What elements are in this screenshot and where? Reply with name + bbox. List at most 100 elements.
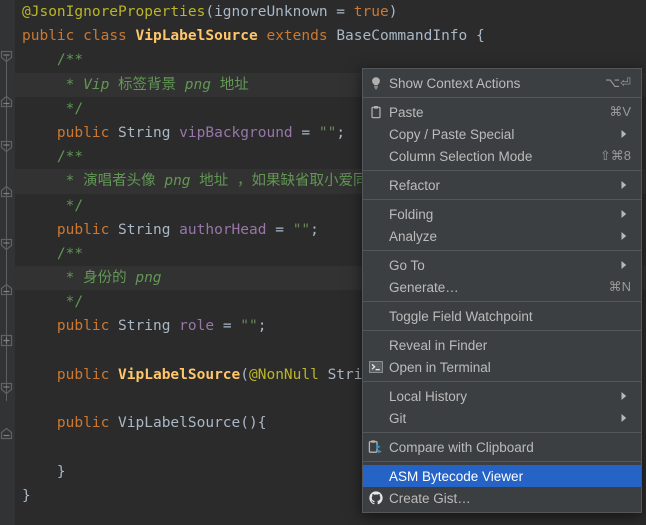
fold-marker-up-icon[interactable]	[0, 95, 13, 108]
code-token: ;	[257, 318, 267, 335]
menu-separator	[363, 432, 641, 433]
menu-item-git[interactable]: Git	[363, 407, 641, 429]
menu-item-show-context-actions[interactable]: Show Context Actions ⌥⏎	[363, 72, 641, 94]
menu-item-label: Reveal in Finder	[389, 337, 488, 353]
menu-item-analyze[interactable]: Analyze	[363, 225, 641, 247]
menu-item-label: Create Gist…	[389, 490, 471, 506]
menu-item-toggle-field-watchpoint[interactable]: Toggle Field Watchpoint	[363, 305, 641, 327]
code-token: /**	[56, 245, 84, 262]
code-token: Vip	[83, 76, 110, 93]
code-token: class	[83, 28, 127, 45]
fold-marker-down-icon[interactable]	[0, 238, 13, 251]
code-token: png	[135, 270, 162, 287]
menu-item-refactor[interactable]: Refactor	[363, 174, 641, 196]
submenu-arrow-icon	[617, 209, 631, 219]
menu-item-column-selection-mode[interactable]: Column Selection Mode ⇧⌘8	[363, 145, 641, 167]
compare-clipboard-icon	[363, 436, 389, 458]
menu-item-label: Copy / Paste Special	[389, 126, 515, 142]
menu-item-create-gist[interactable]: Create Gist…	[363, 487, 641, 509]
menu-separator	[363, 170, 641, 171]
code-token: VipLabelSource	[135, 28, 258, 45]
menu-item-shortcut: ⇧⌘8	[599, 148, 631, 163]
clipboard-icon	[363, 101, 389, 123]
menu-item-icon-placeholder	[363, 407, 389, 429]
code-token: =	[214, 318, 241, 335]
fold-marker-down-icon[interactable]	[0, 382, 13, 395]
menu-item-label: Folding	[389, 206, 434, 222]
menu-item-label: Generate…	[389, 279, 459, 295]
submenu-arrow-icon	[617, 231, 631, 241]
menu-item-compare-with-clipboard[interactable]: Compare with Clipboard	[363, 436, 641, 458]
menu-item-paste[interactable]: Paste ⌘V	[363, 101, 641, 123]
menu-separator	[363, 97, 641, 98]
fold-marker-plus-icon[interactable]	[0, 334, 13, 347]
github-icon	[363, 487, 389, 509]
submenu-arrow-icon	[617, 180, 631, 190]
menu-item-go-to[interactable]: Go To	[363, 254, 641, 276]
menu-separator	[363, 461, 641, 462]
menu-item-generate[interactable]: Generate… ⌘N	[363, 276, 641, 298]
menu-item-copy-paste-special[interactable]: Copy / Paste Special	[363, 123, 641, 145]
fold-marker-up-icon[interactable]	[0, 185, 13, 198]
fold-marker-up-icon[interactable]	[0, 427, 13, 440]
menu-item-shortcut: ⌥⏎	[605, 75, 631, 90]
code-token: ""	[318, 124, 337, 141]
code-token: extends	[266, 28, 328, 45]
fold-marker-down-icon[interactable]	[0, 50, 13, 63]
code-token: 标签背景	[109, 76, 185, 93]
code-token: png	[164, 173, 191, 190]
code-line: @JsonIgnoreProperties(ignoreUnknown = tr…	[14, 0, 646, 24]
code-token: (){	[240, 415, 267, 432]
menu-item-asm-bytecode-viewer[interactable]: ASM Bytecode Viewer	[363, 465, 641, 487]
code-token: VipLabelSource	[118, 366, 241, 383]
code-token: public	[56, 415, 110, 432]
menu-item-label: Go To	[389, 257, 425, 273]
lightbulb-icon	[363, 72, 389, 94]
menu-item-icon-placeholder	[363, 385, 389, 407]
code-token: /**	[56, 52, 84, 69]
menu-item-label: Local History	[389, 388, 468, 404]
submenu-arrow-icon	[617, 260, 631, 270]
editor-context-menu[interactable]: Show Context Actions ⌥⏎ Paste ⌘V Copy / Past…	[362, 68, 642, 513]
code-token: public	[56, 124, 110, 141]
code-token: ;	[336, 124, 346, 141]
fold-marker-down-icon[interactable]	[0, 140, 13, 153]
code-token: */	[56, 294, 84, 311]
code-token: String	[118, 124, 171, 141]
menu-item-shortcut: ⌘N	[608, 279, 631, 294]
code-token: /**	[56, 149, 84, 166]
code-token: @NonNull	[249, 366, 319, 383]
code-token: 地址	[211, 76, 249, 93]
menu-item-local-history[interactable]: Local History	[363, 385, 641, 407]
code-token: */	[56, 100, 84, 117]
menu-item-label: Column Selection Mode	[389, 148, 533, 164]
code-token: =	[292, 124, 319, 141]
code-token: public	[56, 366, 110, 383]
code-token: BaseCommandInfo	[336, 28, 468, 45]
code-token: (	[240, 366, 249, 383]
code-token: VipLabelSource	[118, 415, 241, 432]
fold-marker-up-icon[interactable]	[0, 283, 13, 296]
menu-item-folding[interactable]: Folding	[363, 203, 641, 225]
menu-separator	[363, 381, 641, 382]
code-token: * 演唱者头像	[56, 173, 165, 190]
menu-item-label: Open in Terminal	[389, 359, 491, 375]
menu-separator	[363, 301, 641, 302]
code-token: ignoreUnknown	[214, 4, 328, 20]
menu-item-open-in-terminal[interactable]: Open in Terminal	[363, 356, 641, 378]
menu-item-icon-placeholder	[363, 334, 389, 356]
editor-gutter[interactable]	[0, 0, 15, 525]
menu-item-reveal-in-finder[interactable]: Reveal in Finder	[363, 334, 641, 356]
menu-item-label: Git	[389, 410, 407, 426]
code-token: public	[56, 221, 110, 238]
menu-item-label: Toggle Field Watchpoint	[389, 308, 533, 324]
